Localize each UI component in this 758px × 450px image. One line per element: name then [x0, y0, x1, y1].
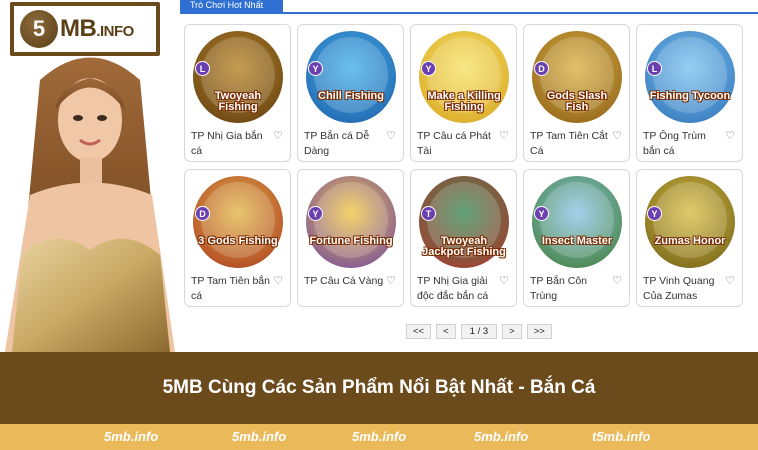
- heart-icon[interactable]: ♡: [273, 129, 283, 142]
- footer-link[interactable]: 5mb.info: [104, 429, 158, 444]
- banner-title: 5MB Cùng Các Sản Phẩm Nổi Bật Nhất - Bắn…: [162, 377, 596, 398]
- game-card[interactable]: D 3 Gods Fishing TP Tam Tiên bắn cá ♡: [184, 169, 291, 307]
- provider-badge: L: [195, 61, 210, 76]
- game-art-title: Chill Fishing: [318, 90, 384, 102]
- game-art-title: Insect Master: [541, 235, 613, 247]
- game-art-title: Zumas Honor: [654, 235, 726, 247]
- game-art-title: Fortune Fishing: [309, 235, 393, 247]
- heart-icon[interactable]: ♡: [386, 129, 396, 142]
- footer-bar: 5mb.info 5mb.info 5mb.info 5mb.info t5mb…: [0, 424, 758, 450]
- game-card[interactable]: Y Fortune Fishing TP Câu Cá Vàng ♡: [297, 169, 404, 307]
- footer-link[interactable]: 5mb.info: [232, 429, 286, 444]
- game-label[interactable]: TP Nhị Gia bắn cá: [191, 129, 271, 159]
- game-label[interactable]: TP Tam Tiên Cắt Cá: [530, 129, 610, 159]
- page-canvas: 5 MB.INFO Trò Chơi Hot Nhất L Twoyeah Fi…: [0, 0, 758, 352]
- game-art-title: 3 Gods Fishing: [198, 235, 278, 247]
- game-art-title: Gods Slash Fish: [546, 90, 608, 113]
- game-label[interactable]: TP Ông Trùm bắn cá: [643, 129, 723, 159]
- heart-icon[interactable]: ♡: [499, 274, 509, 287]
- game-thumbnail[interactable]: Y Fortune Fishing: [306, 176, 396, 268]
- game-art-title: Fishing Tycoon: [649, 90, 731, 102]
- heart-icon[interactable]: ♡: [725, 274, 735, 287]
- game-art-title: Twoyeah Fishing: [214, 90, 262, 113]
- game-card[interactable]: D Gods Slash Fish TP Tam Tiên Cắt Cá ♡: [523, 24, 630, 162]
- heart-icon[interactable]: ♡: [612, 129, 622, 142]
- game-card[interactable]: L Twoyeah Fishing TP Nhị Gia bắn cá ♡: [184, 24, 291, 162]
- provider-badge: Y: [647, 206, 662, 221]
- game-thumbnail[interactable]: Y Chill Fishing: [306, 31, 396, 123]
- heart-icon[interactable]: ♡: [499, 129, 509, 142]
- logo-text: MB.INFO: [60, 15, 134, 42]
- promo-banner: 5MB Cùng Các Sản Phẩm Nổi Bật Nhất - Bắn…: [0, 352, 758, 424]
- game-thumbnail[interactable]: Y Zumas Honor: [645, 176, 735, 268]
- game-thumbnail[interactable]: Y Make a Killing Fishing: [419, 31, 509, 123]
- provider-badge: Y: [308, 61, 323, 76]
- provider-badge: D: [195, 206, 210, 221]
- game-card[interactable]: Y Make a Killing Fishing TP Câu cá Phát …: [410, 24, 517, 162]
- provider-badge: T: [421, 206, 436, 221]
- game-label[interactable]: TP Nhị Gia giải độc đắc bắn cá: [417, 274, 497, 304]
- game-label[interactable]: TP Tam Tiên bắn cá: [191, 274, 271, 304]
- game-thumbnail[interactable]: L Fishing Tycoon: [645, 31, 735, 123]
- game-card[interactable]: L Fishing Tycoon TP Ông Trùm bắn cá ♡: [636, 24, 743, 162]
- game-label[interactable]: TP Bắn Côn Trùng: [530, 274, 610, 304]
- game-label[interactable]: TP Câu Cá Vàng: [304, 274, 384, 289]
- game-art-title: Make a Killing Fishing: [427, 90, 501, 113]
- game-card[interactable]: Y Chill Fishing TP Bắn cá Dễ Dàng ♡: [297, 24, 404, 162]
- game-label[interactable]: TP Vinh Quang Của Zumas: [643, 274, 723, 304]
- brand-logo[interactable]: 5 MB.INFO: [10, 2, 160, 56]
- first-page-button[interactable]: <<: [406, 324, 432, 339]
- tab-hot-games[interactable]: Trò Chơi Hot Nhất: [180, 0, 283, 14]
- game-card[interactable]: Y Zumas Honor TP Vinh Quang Của Zumas ♡: [636, 169, 743, 307]
- pagination: << < 1 / 3 > >>: [406, 324, 552, 339]
- game-thumbnail[interactable]: Y Insect Master: [532, 176, 622, 268]
- provider-badge: L: [647, 61, 662, 76]
- game-thumbnail[interactable]: D 3 Gods Fishing: [193, 176, 283, 268]
- footer-link[interactable]: 5mb.info: [352, 429, 406, 444]
- model-photo: [5, 57, 175, 352]
- game-thumbnail[interactable]: T Twoyeah Jackpot Fishing: [419, 176, 509, 268]
- game-card[interactable]: Y Insect Master TP Bắn Côn Trùng ♡: [523, 169, 630, 307]
- game-label[interactable]: TP Bắn cá Dễ Dàng: [304, 129, 384, 159]
- page-indicator: 1 / 3: [460, 324, 498, 339]
- heart-icon[interactable]: ♡: [386, 274, 396, 287]
- heart-icon[interactable]: ♡: [273, 274, 283, 287]
- next-page-button[interactable]: >: [502, 324, 522, 339]
- provider-badge: Y: [534, 206, 549, 221]
- provider-badge: Y: [308, 206, 323, 221]
- footer-link[interactable]: t5mb.info: [592, 429, 651, 444]
- tab-bar: Trò Chơi Hot Nhất: [180, 0, 758, 14]
- footer-link[interactable]: 5mb.info: [474, 429, 528, 444]
- game-art-title: Twoyeah Jackpot Fishing: [422, 235, 506, 258]
- last-page-button[interactable]: >>: [526, 324, 552, 339]
- heart-icon[interactable]: ♡: [725, 129, 735, 142]
- provider-badge: Y: [421, 61, 436, 76]
- game-thumbnail[interactable]: D Gods Slash Fish: [532, 31, 622, 123]
- logo-mark: 5: [20, 10, 58, 48]
- game-label[interactable]: TP Câu cá Phát Tài: [417, 129, 497, 159]
- game-thumbnail[interactable]: L Twoyeah Fishing: [193, 31, 283, 123]
- prev-page-button[interactable]: <: [436, 324, 456, 339]
- provider-badge: D: [534, 61, 549, 76]
- game-card[interactable]: T Twoyeah Jackpot Fishing TP Nhị Gia giả…: [410, 169, 517, 307]
- heart-icon[interactable]: ♡: [612, 274, 622, 287]
